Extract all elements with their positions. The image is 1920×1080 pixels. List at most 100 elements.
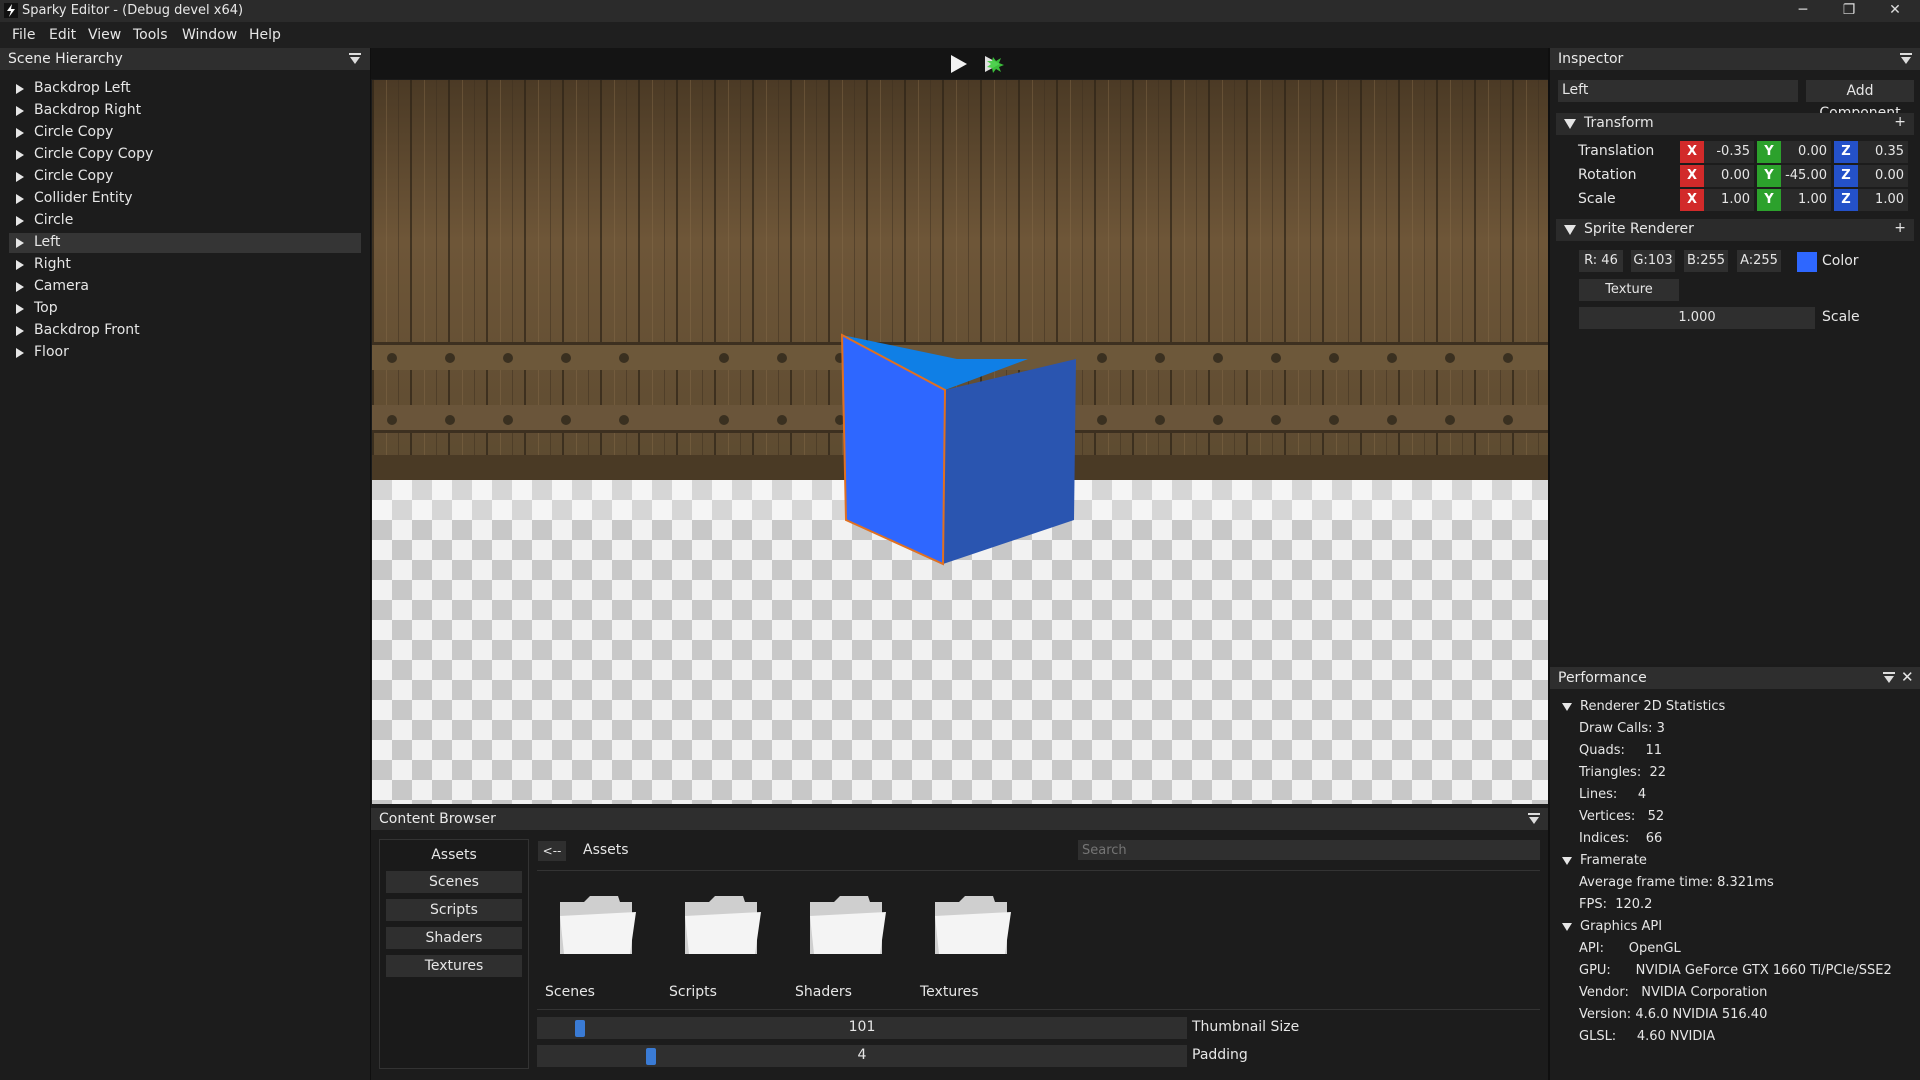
panel-options-icon[interactable] [1528,813,1540,825]
inspector-tab[interactable]: Inspector [1550,48,1632,70]
search-input[interactable] [1078,840,1540,860]
hierarchy-item-backdrop-front[interactable]: Backdrop Front [9,321,361,341]
rotation-x-button[interactable]: X [1680,165,1704,187]
menu-tools[interactable]: Tools [133,27,168,43]
sidebar-item-scenes[interactable]: Scenes [386,871,522,893]
rotation-z-button[interactable]: Z [1834,165,1858,187]
expand-arrow-icon[interactable] [16,128,24,138]
performance-tab[interactable]: Performance [1550,667,1655,689]
restore-button[interactable]: ❐ [1826,0,1872,22]
hierarchy-item-camera[interactable]: Camera [9,277,361,297]
folder-label-shaders[interactable]: Shaders [795,984,852,1000]
sidebar-title[interactable]: Assets [380,847,528,863]
hierarchy-item-right[interactable]: Right [9,255,361,275]
collapse-arrow-icon[interactable] [1562,857,1572,865]
component-settings-button[interactable]: + [1894,114,1906,130]
folder-icon[interactable] [558,894,638,956]
hierarchy-item-circle-copy-copy[interactable]: Circle Copy Copy [9,145,361,165]
expand-arrow-icon[interactable] [16,238,24,248]
scale-z-button[interactable]: Z [1834,189,1858,211]
expand-arrow-icon[interactable] [16,326,24,336]
sprite-renderer-header[interactable]: Sprite Renderer + [1556,219,1914,241]
translation-z-field[interactable]: 0.35 [1858,141,1908,163]
expand-arrow-icon[interactable] [16,106,24,116]
entity-name-input[interactable]: Left [1558,80,1798,102]
thumbnail-size-slider[interactable]: 101 [537,1017,1187,1039]
transform-header[interactable]: Transform + [1556,113,1914,135]
collapse-arrow-icon[interactable] [1564,119,1576,129]
rotation-x-field[interactable]: 0.00 [1704,165,1754,187]
panel-options-icon[interactable] [349,53,361,65]
expand-arrow-icon[interactable] [16,260,24,270]
color-a-field[interactable]: A:255 [1737,250,1781,272]
viewport-render[interactable] [372,80,1548,804]
folder-icon[interactable] [808,894,888,956]
translation-y-field[interactable]: 0.00 [1781,141,1831,163]
add-component-button[interactable]: Add Component [1806,80,1914,121]
menu-edit[interactable]: Edit [49,27,76,43]
simulate-icon[interactable] [984,54,1006,74]
color-r-field[interactable]: R: 46 [1579,250,1623,272]
hierarchy-item-circle-copy-2[interactable]: Circle Copy [9,167,361,187]
rotation-y-field[interactable]: -45.00 [1781,165,1831,187]
color-b-field[interactable]: B:255 [1684,250,1728,272]
sidebar-item-textures[interactable]: Textures [386,955,522,977]
expand-arrow-icon[interactable] [16,150,24,160]
tiling-scale-field[interactable]: 1.000 [1579,307,1815,329]
panel-options-icon[interactable] [1900,53,1912,65]
expand-arrow-icon[interactable] [16,84,24,94]
translation-z-button[interactable]: Z [1834,141,1858,163]
scene-hierarchy-tab[interactable]: Scene Hierarchy [0,48,131,70]
menu-window[interactable]: Window [182,27,237,43]
folder-label-textures[interactable]: Textures [920,984,979,1000]
expand-arrow-icon[interactable] [16,172,24,182]
content-browser-tab[interactable]: Content Browser [371,808,504,830]
hierarchy-item-circle[interactable]: Circle [9,211,361,231]
sidebar-item-shaders[interactable]: Shaders [386,927,522,949]
scale-x-field[interactable]: 1.00 [1704,189,1754,211]
hierarchy-item-left[interactable]: Left [9,233,361,253]
hierarchy-item-backdrop-right[interactable]: Backdrop Right [9,101,361,121]
padding-slider[interactable]: 4 [537,1045,1187,1067]
component-settings-button[interactable]: + [1894,220,1906,236]
minimize-button[interactable]: ─ [1780,0,1826,22]
sidebar-item-scripts[interactable]: Scripts [386,899,522,921]
close-panel-icon[interactable]: ✕ [1901,668,1914,686]
panel-options-icon[interactable] [1883,672,1895,684]
scale-y-field[interactable]: 1.00 [1781,189,1831,211]
texture-button[interactable]: Texture [1579,279,1679,301]
play-icon[interactable] [950,54,968,74]
translation-x-field[interactable]: -0.35 [1704,141,1754,163]
folder-label-scenes[interactable]: Scenes [545,984,595,1000]
collapse-arrow-icon[interactable] [1562,923,1572,931]
folder-icon[interactable] [933,894,1013,956]
rotation-y-button[interactable]: Y [1757,165,1781,187]
collapse-arrow-icon[interactable] [1562,703,1572,711]
hierarchy-item-floor[interactable]: Floor [9,343,361,363]
back-button[interactable]: <-- [538,841,566,861]
close-window-button[interactable]: ✕ [1872,0,1918,22]
folder-icon[interactable] [683,894,763,956]
color-g-field[interactable]: G:103 [1631,250,1675,272]
expand-arrow-icon[interactable] [16,304,24,314]
collapse-arrow-icon[interactable] [1564,225,1576,235]
menu-file[interactable]: File [12,27,35,43]
menu-view[interactable]: View [88,27,121,43]
scale-z-field[interactable]: 1.00 [1858,189,1908,211]
menu-help[interactable]: Help [249,27,281,43]
hierarchy-item-top[interactable]: Top [9,299,361,319]
color-swatch[interactable] [1797,252,1817,272]
scale-x-button[interactable]: X [1680,189,1704,211]
translation-x-button[interactable]: X [1680,141,1704,163]
translation-y-button[interactable]: Y [1757,141,1781,163]
scale-y-button[interactable]: Y [1757,189,1781,211]
folder-label-scripts[interactable]: Scripts [669,984,717,1000]
hierarchy-item-circle-copy[interactable]: Circle Copy [9,123,361,143]
expand-arrow-icon[interactable] [16,216,24,226]
rotation-z-field[interactable]: 0.00 [1858,165,1908,187]
hierarchy-item-collider-entity[interactable]: Collider Entity [9,189,361,209]
expand-arrow-icon[interactable] [16,194,24,204]
expand-arrow-icon[interactable] [16,348,24,358]
scene-viewport[interactable] [372,80,1548,804]
hierarchy-item-backdrop-left[interactable]: Backdrop Left [9,79,361,99]
